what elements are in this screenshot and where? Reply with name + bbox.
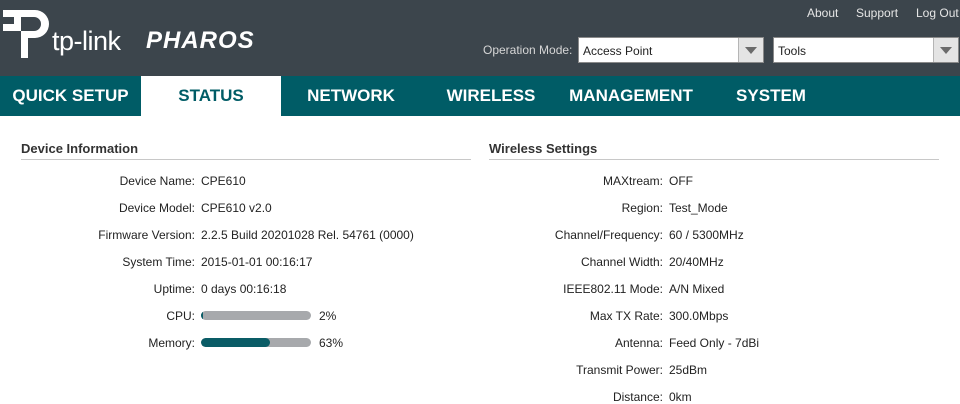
main-nav: QUICK SETUP STATUS NETWORK WIRELESS MANA… xyxy=(0,76,960,116)
system-time-value: 2015-01-01 00:16:17 xyxy=(201,255,313,269)
uptime-label: Uptime: xyxy=(153,282,195,296)
antenna-value: Feed Only - 7dBi xyxy=(669,336,760,350)
ieee-mode-label: IEEE802.11 Mode: xyxy=(563,282,663,296)
operation-mode-label: Operation Mode: xyxy=(483,43,573,57)
product-name: PHAROS xyxy=(146,27,255,54)
tab-management[interactable]: MANAGEMENT xyxy=(561,76,701,116)
operation-mode-select[interactable]: Access Point xyxy=(578,37,764,63)
section-divider xyxy=(21,159,471,160)
chevron-down-icon[interactable] xyxy=(933,38,958,62)
cpu-usage-bar xyxy=(201,311,311,320)
max-tx-rate-label: Max TX Rate: xyxy=(589,309,663,323)
device-information-title: Device Information xyxy=(21,141,139,156)
section-divider xyxy=(489,159,939,160)
transmit-power-value: 25dBm xyxy=(669,363,708,377)
firmware-version-value: 2.2.5 Build 20201028 Rel. 54761 (0000) xyxy=(201,228,414,242)
device-name-value: CPE610 xyxy=(201,174,246,188)
app-header: tp-link PHAROS About Support Log Out Ope… xyxy=(0,0,960,76)
transmit-power-label: Transmit Power: xyxy=(576,363,663,377)
cpu-percent: 2% xyxy=(319,309,337,323)
channel-width-label: Channel Width: xyxy=(580,255,663,269)
tab-system[interactable]: SYSTEM xyxy=(701,76,841,116)
tp-link-logo-icon xyxy=(3,10,49,58)
device-model-label: Device Model: xyxy=(118,201,195,215)
wireless-settings-title: Wireless Settings xyxy=(489,141,598,156)
device-model-value: CPE610 v2.0 xyxy=(201,201,272,215)
maxtream-label: MAXtream: xyxy=(602,174,663,188)
channel-frequency-label: Channel/Frequency: xyxy=(554,228,663,242)
tools-select[interactable]: Tools xyxy=(773,37,959,63)
region-label: Region: xyxy=(621,201,663,215)
antenna-label: Antenna: xyxy=(614,336,663,350)
distance-label: Distance: xyxy=(612,390,663,404)
logout-link[interactable]: Log Out xyxy=(916,6,959,20)
system-time-label: System Time: xyxy=(122,255,195,269)
cpu-usage-fill xyxy=(201,311,204,320)
chevron-down-icon[interactable] xyxy=(738,38,763,62)
memory-usage-bar xyxy=(201,338,311,347)
channel-width-value: 20/40MHz xyxy=(669,255,724,269)
memory-percent: 63% xyxy=(319,336,344,350)
tab-quick-setup[interactable]: QUICK SETUP xyxy=(0,76,141,116)
tab-wireless[interactable]: WIRELESS xyxy=(421,76,561,116)
distance-value: 0km xyxy=(669,390,692,404)
device-name-label: Device Name: xyxy=(119,174,195,188)
channel-frequency-value: 60 / 5300MHz xyxy=(669,228,744,242)
about-link[interactable]: About xyxy=(807,6,838,20)
tools-value: Tools xyxy=(778,44,807,58)
support-link[interactable]: Support xyxy=(856,6,898,20)
operation-mode-value: Access Point xyxy=(583,44,653,58)
memory-label: Memory: xyxy=(148,336,195,350)
ieee-mode-value: A/N Mixed xyxy=(669,282,725,296)
firmware-version-label: Firmware Version: xyxy=(98,228,195,242)
max-tx-rate-value: 300.0Mbps xyxy=(669,309,729,323)
cpu-label: CPU: xyxy=(166,309,195,323)
maxtream-value: OFF xyxy=(669,174,693,188)
tab-network[interactable]: NETWORK xyxy=(281,76,421,116)
uptime-value: 0 days 00:16:18 xyxy=(201,282,287,296)
tab-status[interactable]: STATUS xyxy=(141,76,281,116)
brand-name: tp-link xyxy=(52,26,121,56)
memory-usage-fill xyxy=(201,338,271,347)
region-value: Test_Mode xyxy=(669,201,728,215)
